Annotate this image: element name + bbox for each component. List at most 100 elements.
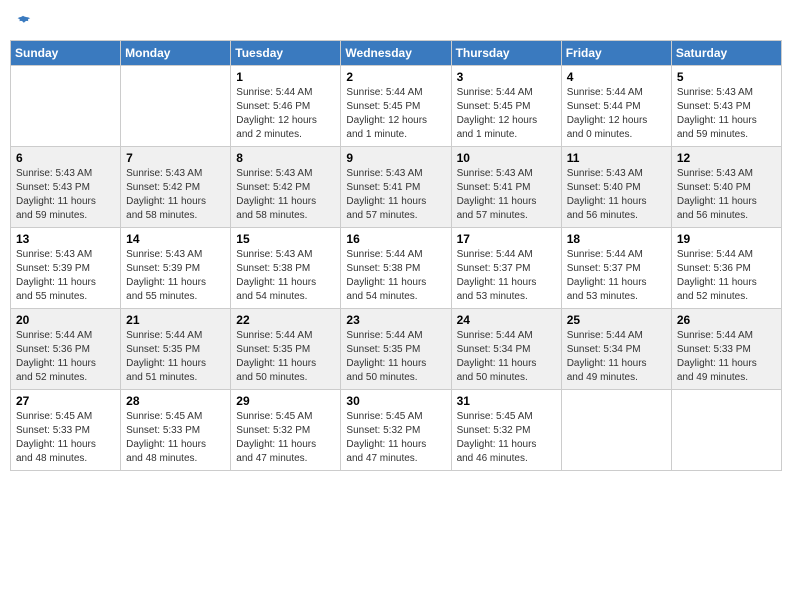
day-number: 11 xyxy=(567,151,666,165)
day-header-sunday: Sunday xyxy=(11,41,121,66)
day-info: Sunrise: 5:44 AM Sunset: 5:45 PM Dayligh… xyxy=(346,86,445,142)
day-info: Sunrise: 5:45 AM Sunset: 5:33 PM Dayligh… xyxy=(126,410,225,466)
day-number: 1 xyxy=(236,70,335,84)
day-number: 26 xyxy=(677,313,776,327)
calendar-cell: 7 Sunrise: 5:43 AM Sunset: 5:42 PM Daylig… xyxy=(121,147,231,228)
day-number: 30 xyxy=(346,394,445,408)
day-number: 28 xyxy=(126,394,225,408)
day-header-wednesday: Wednesday xyxy=(341,41,451,66)
day-info: Sunrise: 5:43 AM Sunset: 5:39 PM Dayligh… xyxy=(126,248,225,304)
day-info: Sunrise: 5:44 AM Sunset: 5:35 PM Dayligh… xyxy=(346,329,445,385)
day-number: 22 xyxy=(236,313,335,327)
calendar-cell: 30Sunrise: 5:45 AM Sunset: 5:32 PM Dayli… xyxy=(341,390,451,471)
day-info: Sunrise: 5:44 AM Sunset: 5:33 PM Dayligh… xyxy=(677,329,776,385)
calendar-cell: 3 Sunrise: 5:44 AM Sunset: 5:45 PM Daylig… xyxy=(451,66,561,147)
day-number: 8 xyxy=(236,151,335,165)
day-number: 14 xyxy=(126,232,225,246)
logo-bird-icon xyxy=(14,14,32,32)
day-header-tuesday: Tuesday xyxy=(231,41,341,66)
calendar-cell: 19 Sunrise: 5:44 AM Sunset: 5:36 PM Dayli… xyxy=(671,228,781,309)
calendar-cell xyxy=(671,390,781,471)
calendar-cell xyxy=(561,390,671,471)
logo xyxy=(14,14,34,32)
calendar-cell: 6 Sunrise: 5:43 AM Sunset: 5:43 PM Daylig… xyxy=(11,147,121,228)
day-info: Sunrise: 5:44 AM Sunset: 5:35 PM Dayligh… xyxy=(126,329,225,385)
calendar-cell: 4 Sunrise: 5:44 AM Sunset: 5:44 PM Daylig… xyxy=(561,66,671,147)
day-info: Sunrise: 5:43 AM Sunset: 5:41 PM Dayligh… xyxy=(457,167,556,223)
day-number: 7 xyxy=(126,151,225,165)
calendar-cell: 29 Sunrise: 5:45 AM Sunset: 5:32 PM Dayli… xyxy=(231,390,341,471)
day-number: 12 xyxy=(677,151,776,165)
day-info: Sunrise: 5:45 AM Sunset: 5:32 PM Dayligh… xyxy=(236,410,335,466)
day-info: Sunrise: 5:44 AM Sunset: 5:35 PM Dayligh… xyxy=(236,329,335,385)
calendar-table: SundayMondayTuesdayWednesdayThursdayFrid… xyxy=(10,40,782,471)
calendar-week-row: 20Sunrise: 5:44 AM Sunset: 5:36 PM Dayli… xyxy=(11,309,782,390)
calendar-cell: 1 Sunrise: 5:44 AM Sunset: 5:46 PM Daylig… xyxy=(231,66,341,147)
day-info: Sunrise: 5:44 AM Sunset: 5:36 PM Dayligh… xyxy=(677,248,776,304)
calendar-cell: 8 Sunrise: 5:43 AM Sunset: 5:42 PM Daylig… xyxy=(231,147,341,228)
day-number: 15 xyxy=(236,232,335,246)
day-header-saturday: Saturday xyxy=(671,41,781,66)
calendar-cell: 10 Sunrise: 5:43 AM Sunset: 5:41 PM Dayli… xyxy=(451,147,561,228)
day-number: 19 xyxy=(677,232,776,246)
calendar-week-row: 13 Sunrise: 5:43 AM Sunset: 5:39 PM Dayli… xyxy=(11,228,782,309)
day-number: 5 xyxy=(677,70,776,84)
day-info: Sunrise: 5:44 AM Sunset: 5:37 PM Dayligh… xyxy=(567,248,666,304)
calendar-cell: 22 Sunrise: 5:44 AM Sunset: 5:35 PM Dayli… xyxy=(231,309,341,390)
calendar-cell: 13 Sunrise: 5:43 AM Sunset: 5:39 PM Dayli… xyxy=(11,228,121,309)
calendar-cell: 25 Sunrise: 5:44 AM Sunset: 5:34 PM Dayli… xyxy=(561,309,671,390)
day-number: 13 xyxy=(16,232,115,246)
calendar-cell: 23 Sunrise: 5:44 AM Sunset: 5:35 PM Dayli… xyxy=(341,309,451,390)
day-number: 24 xyxy=(457,313,556,327)
calendar-cell: 16Sunrise: 5:44 AM Sunset: 5:38 PM Dayli… xyxy=(341,228,451,309)
day-info: Sunrise: 5:45 AM Sunset: 5:33 PM Dayligh… xyxy=(16,410,115,466)
day-number: 29 xyxy=(236,394,335,408)
calendar-week-row: 27 Sunrise: 5:45 AM Sunset: 5:33 PM Dayli… xyxy=(11,390,782,471)
calendar-cell: 9 Sunrise: 5:43 AM Sunset: 5:41 PM Daylig… xyxy=(341,147,451,228)
day-number: 16 xyxy=(346,232,445,246)
calendar-week-row: 1 Sunrise: 5:44 AM Sunset: 5:46 PM Daylig… xyxy=(11,66,782,147)
calendar-cell: 31 Sunrise: 5:45 AM Sunset: 5:32 PM Dayli… xyxy=(451,390,561,471)
day-info: Sunrise: 5:43 AM Sunset: 5:38 PM Dayligh… xyxy=(236,248,335,304)
day-number: 4 xyxy=(567,70,666,84)
calendar-cell xyxy=(11,66,121,147)
calendar-cell xyxy=(121,66,231,147)
day-info: Sunrise: 5:43 AM Sunset: 5:41 PM Dayligh… xyxy=(346,167,445,223)
day-info: Sunrise: 5:43 AM Sunset: 5:40 PM Dayligh… xyxy=(567,167,666,223)
calendar-cell: 12 Sunrise: 5:43 AM Sunset: 5:40 PM Dayli… xyxy=(671,147,781,228)
calendar-cell: 5 Sunrise: 5:43 AM Sunset: 5:43 PM Daylig… xyxy=(671,66,781,147)
day-info: Sunrise: 5:43 AM Sunset: 5:42 PM Dayligh… xyxy=(236,167,335,223)
day-info: Sunrise: 5:43 AM Sunset: 5:43 PM Dayligh… xyxy=(16,167,115,223)
day-info: Sunrise: 5:43 AM Sunset: 5:39 PM Dayligh… xyxy=(16,248,115,304)
day-info: Sunrise: 5:44 AM Sunset: 5:44 PM Dayligh… xyxy=(567,86,666,142)
calendar-cell: 11 Sunrise: 5:43 AM Sunset: 5:40 PM Dayli… xyxy=(561,147,671,228)
day-number: 25 xyxy=(567,313,666,327)
day-info: Sunrise: 5:44 AM Sunset: 5:34 PM Dayligh… xyxy=(567,329,666,385)
day-number: 9 xyxy=(346,151,445,165)
calendar-cell: 17Sunrise: 5:44 AM Sunset: 5:37 PM Dayli… xyxy=(451,228,561,309)
calendar-header-row: SundayMondayTuesdayWednesdayThursdayFrid… xyxy=(11,41,782,66)
calendar-cell: 15 Sunrise: 5:43 AM Sunset: 5:38 PM Dayli… xyxy=(231,228,341,309)
calendar-cell: 20Sunrise: 5:44 AM Sunset: 5:36 PM Dayli… xyxy=(11,309,121,390)
day-info: Sunrise: 5:43 AM Sunset: 5:42 PM Dayligh… xyxy=(126,167,225,223)
day-info: Sunrise: 5:43 AM Sunset: 5:43 PM Dayligh… xyxy=(677,86,776,142)
day-header-friday: Friday xyxy=(561,41,671,66)
day-number: 23 xyxy=(346,313,445,327)
day-header-thursday: Thursday xyxy=(451,41,561,66)
day-info: Sunrise: 5:43 AM Sunset: 5:40 PM Dayligh… xyxy=(677,167,776,223)
calendar-cell: 26 Sunrise: 5:44 AM Sunset: 5:33 PM Dayli… xyxy=(671,309,781,390)
calendar-cell: 14 Sunrise: 5:43 AM Sunset: 5:39 PM Dayli… xyxy=(121,228,231,309)
day-number: 18 xyxy=(567,232,666,246)
day-info: Sunrise: 5:44 AM Sunset: 5:46 PM Dayligh… xyxy=(236,86,335,142)
calendar-week-row: 6 Sunrise: 5:43 AM Sunset: 5:43 PM Daylig… xyxy=(11,147,782,228)
day-number: 3 xyxy=(457,70,556,84)
calendar-cell: 18 Sunrise: 5:44 AM Sunset: 5:37 PM Dayli… xyxy=(561,228,671,309)
day-number: 10 xyxy=(457,151,556,165)
calendar-cell: 2Sunrise: 5:44 AM Sunset: 5:45 PM Daylig… xyxy=(341,66,451,147)
day-info: Sunrise: 5:44 AM Sunset: 5:45 PM Dayligh… xyxy=(457,86,556,142)
day-number: 20 xyxy=(16,313,115,327)
day-number: 27 xyxy=(16,394,115,408)
day-info: Sunrise: 5:45 AM Sunset: 5:32 PM Dayligh… xyxy=(457,410,556,466)
day-number: 6 xyxy=(16,151,115,165)
day-number: 31 xyxy=(457,394,556,408)
